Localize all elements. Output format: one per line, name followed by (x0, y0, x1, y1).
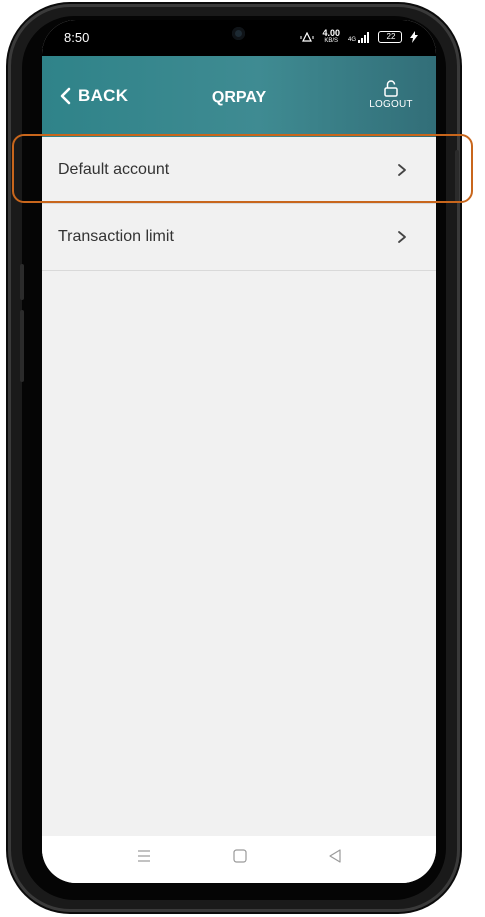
network-speed: 4.00 KB/S (322, 28, 340, 45)
menu-icon[interactable] (136, 848, 152, 864)
chevron-right-icon (398, 164, 406, 176)
notch (192, 20, 286, 48)
status-bar: 8:50 4.00 KB/S 4G 22 (42, 20, 436, 56)
phone-screen: 8:50 4.00 KB/S 4G 22 BACK QRPAY LOGOUT D… (42, 20, 436, 883)
home-square-icon[interactable] (232, 848, 248, 864)
menu-item-transaction-limit[interactable]: Transaction limit (42, 204, 436, 271)
menu-item-label: Default account (58, 161, 170, 178)
status-icons: 4.00 KB/S 4G 22 (300, 29, 418, 45)
status-time: 8:50 (64, 30, 90, 45)
charging-bolt-icon (410, 31, 418, 43)
battery-icon: 22 (378, 31, 402, 43)
system-nav-bar (42, 836, 436, 883)
menu-list: Default account Transaction limit (42, 137, 436, 271)
back-triangle-icon[interactable] (327, 848, 343, 864)
front-camera (232, 27, 245, 40)
menu-item-label: Transaction limit (58, 228, 174, 245)
app-header: BACK QRPAY LOGOUT (42, 56, 436, 137)
chevron-right-icon (398, 231, 406, 243)
volume-down-button (20, 310, 24, 382)
power-button (455, 150, 459, 202)
menu-item-default-account[interactable]: Default account (42, 137, 436, 204)
volume-up-button (20, 264, 24, 300)
vibrate-icon (300, 31, 314, 42)
signal-bars-icon (358, 31, 369, 43)
logout-label: LOGOUT (369, 99, 413, 110)
logout-button[interactable]: LOGOUT (366, 80, 416, 110)
unlock-icon (384, 80, 398, 97)
signal-icon: 4G (348, 31, 370, 43)
